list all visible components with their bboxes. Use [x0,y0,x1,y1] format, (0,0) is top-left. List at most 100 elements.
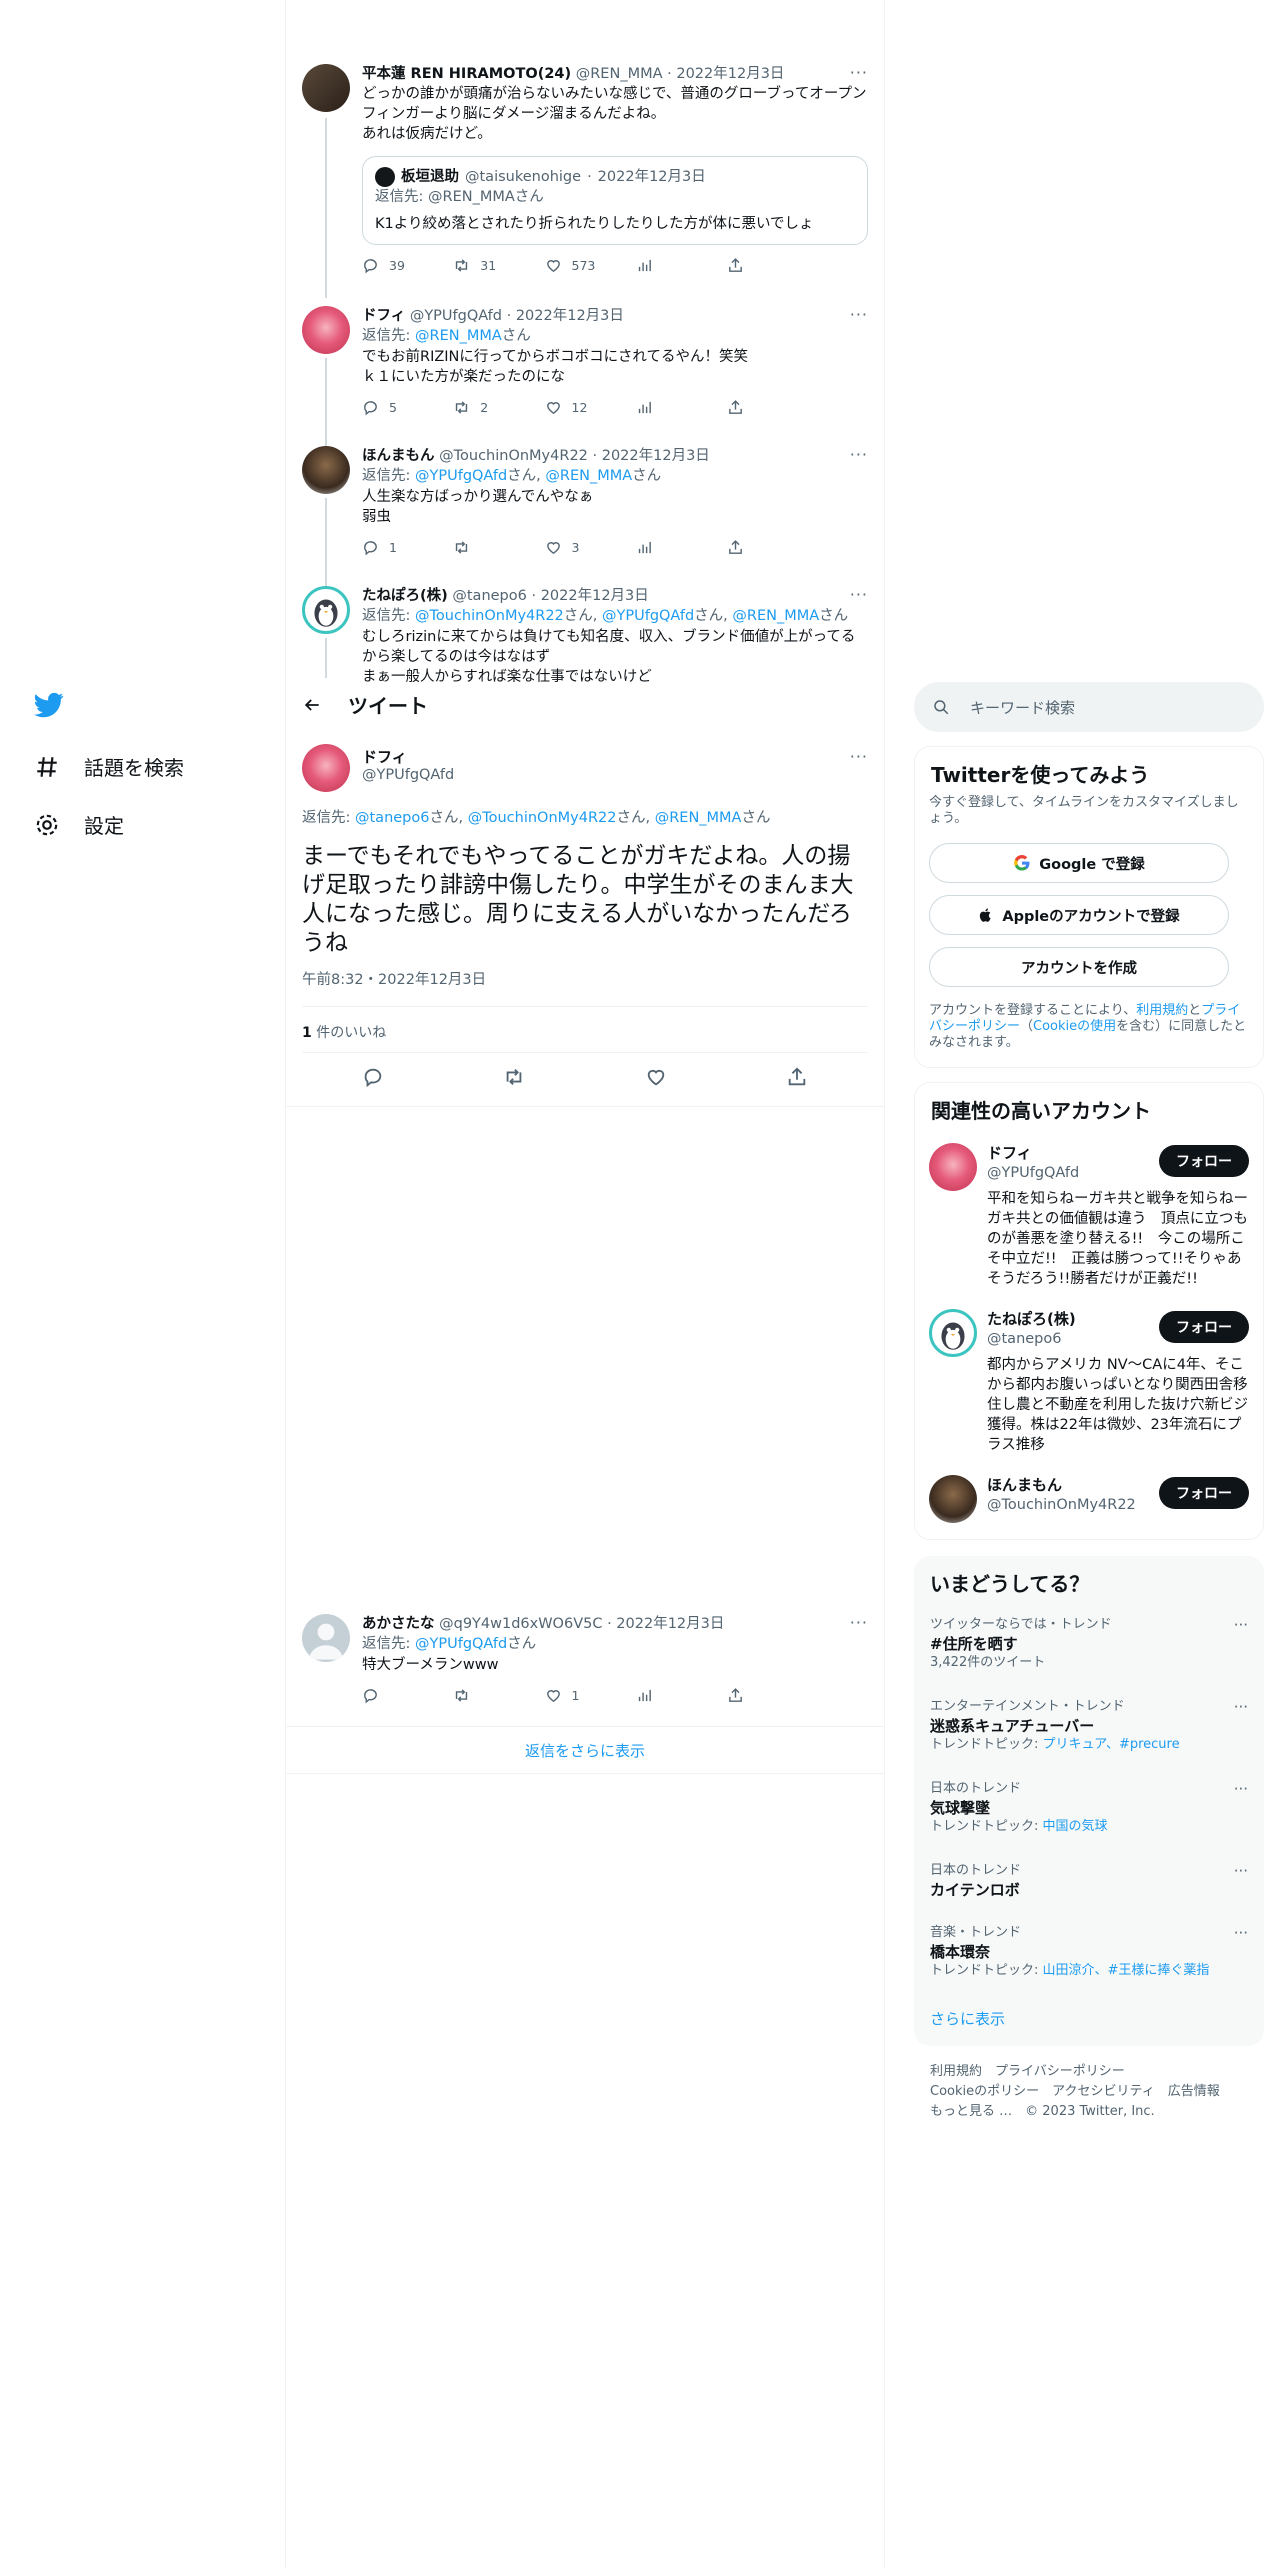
quoted-tweet[interactable]: 板垣退助 @taisukenohige · 2022年12月3日 返信先: @RE… [362,156,868,245]
retweet-icon[interactable] [503,1066,525,1088]
reply-button[interactable]: 5 [362,399,422,416]
display-name[interactable]: ドフィ [362,308,405,324]
more-icon[interactable]: ··· [1234,1616,1248,1634]
share-icon[interactable] [786,1066,808,1088]
views-button[interactable] [636,1687,696,1704]
handle[interactable]: @YPUfgQAfd [362,767,868,783]
mention-link[interactable]: @YPUfgQAfd [415,1636,507,1652]
more-icon[interactable]: ··· [850,446,868,464]
footer-link[interactable]: 広告情報 [1168,2084,1220,2099]
more-icon[interactable]: ··· [1234,1862,1248,1880]
date[interactable]: 2022年12月3日 [602,448,710,464]
google-signup-button[interactable]: Google で登録 [929,843,1229,883]
avatar[interactable] [302,744,350,792]
display-name[interactable]: ほんまもん [362,448,435,464]
avatar[interactable] [302,586,350,634]
related-account[interactable]: たねぽろ(株) @tanepo6 都内からアメリカ NV～CAに4年、そこから都… [929,1309,1249,1455]
default-avatar-icon[interactable] [302,1614,350,1662]
retweet-button[interactable]: 2 [453,399,513,416]
handle[interactable]: @TouchinOnMy4R22 [439,448,588,464]
footer-more-link[interactable]: もっと見る … [930,2104,1012,2119]
back-arrow-icon[interactable] [302,695,322,715]
create-account-button[interactable]: アカウントを作成 [929,947,1229,987]
date[interactable]: 2022年12月3日 [616,1616,724,1632]
mention-link[interactable]: @REN_MMA [415,328,502,344]
mention-link[interactable]: @TouchinOnMy4R22 [415,608,564,624]
handle[interactable]: @YPUfgQAfd [410,308,502,324]
more-icon[interactable]: ··· [1234,1924,1248,1942]
avatar[interactable] [302,446,350,494]
footer-link[interactable]: 利用規約 [930,2064,982,2079]
trends-show-more[interactable]: さらに表示 [930,2008,1005,2029]
share-button[interactable] [727,399,787,416]
avatar[interactable] [929,1475,977,1523]
handle[interactable]: @REN_MMA [576,66,663,82]
retweet-button[interactable]: 31 [453,257,513,274]
like-button[interactable]: 573 [545,257,605,274]
trend-item[interactable]: ツイッターならでは・トレンド #住所を晒す 3,422件のツイート ··· [930,1616,1248,1672]
retweet-button[interactable] [453,539,513,556]
reply-button[interactable]: 39 [362,257,422,274]
more-icon[interactable]: ··· [1234,1698,1248,1716]
retweet-button[interactable] [453,1687,513,1704]
mention-link[interactable]: @TouchinOnMy4R22 [468,810,617,826]
reply-icon[interactable] [362,1066,384,1088]
main-tweet-author[interactable]: ドフィ @YPUfgQAfd ··· [302,744,868,792]
search-bar[interactable]: キーワード検索 [914,682,1264,732]
date[interactable]: 2022年12月3日 [516,308,624,324]
nav-explore[interactable]: 話題を検索 [34,752,184,781]
display-name[interactable]: あかさたな [362,1616,435,1632]
reply-tweet-dofi[interactable]: ドフィ @YPUfgQAfd · 2022年12月3日 ··· 返信先: @RE… [302,306,868,416]
handle[interactable]: @q9Y4w1d6xWO6V5C [439,1616,602,1632]
avatar[interactable] [929,1143,977,1191]
views-button[interactable] [636,257,696,274]
footer-link[interactable]: Cookieのポリシー [930,2084,1039,2099]
footer-link[interactable]: プライバシーポリシー [995,2064,1125,2079]
mention-link[interactable]: @YPUfgQAfd [602,608,694,624]
apple-signup-button[interactable]: Appleのアカウントで登録 [929,895,1229,935]
display-name[interactable]: ドフィ [362,747,868,767]
nav-settings[interactable]: 設定 [34,810,124,839]
display-name[interactable]: たねぽろ(株) [362,588,448,604]
mention-link[interactable]: @YPUfgQAfd [415,468,507,484]
date[interactable]: 2022年12月3日 [541,588,649,604]
share-button[interactable] [727,539,787,556]
reply-button[interactable]: 1 [362,539,422,556]
reply-tweet-ren[interactable]: 平本蓮 REN HIRAMOTO(24) @REN_MMA · 2022年12月… [302,64,868,274]
mention-link[interactable]: @REN_MMA [655,810,742,826]
avatar[interactable] [302,306,350,354]
heart-icon[interactable] [645,1066,667,1088]
reply-button[interactable] [362,1687,422,1704]
follow-button[interactable]: フォロー [1159,1477,1249,1509]
like-button[interactable]: 1 [545,1687,605,1704]
avatar[interactable] [929,1309,977,1357]
mention-link[interactable]: @tanepo6 [355,810,429,826]
trend-item[interactable]: 音楽・トレンド 橋本環奈 トレンドトピック: 山田涼介、#王様に捧ぐ薬指 ··· [930,1924,1248,1980]
follow-button[interactable]: フォロー [1159,1311,1249,1343]
reply-tweet-honmamon[interactable]: ほんまもん @TouchinOnMy4R22 · 2022年12月3日 ··· … [302,446,868,556]
search-input[interactable]: キーワード検索 [970,697,1075,718]
footer-link[interactable]: アクセシビリティ [1052,2084,1155,2099]
main-tweet-timestamp[interactable]: 午前8:32・2022年12月3日 [302,968,868,989]
more-icon[interactable]: ··· [850,64,868,82]
trend-item[interactable]: エンターテインメント・トレンド 迷惑系キュアチューバー トレンドトピック: プリ… [930,1698,1248,1754]
cookie-link[interactable]: Cookieの使用 [1033,1019,1116,1034]
views-button[interactable] [636,399,696,416]
twitter-bird-icon[interactable] [34,690,64,720]
share-button[interactable] [727,1687,787,1704]
related-account[interactable]: ほんまもん @TouchinOnMy4R22 フォロー [929,1475,1249,1523]
views-button[interactable] [636,539,696,556]
handle[interactable]: @tanepo6 [452,588,526,604]
related-account[interactable]: ドフィ @YPUfgQAfd 平和を知らねーガキ共と戦争を知らねーガキ共との価値… [929,1143,1249,1289]
more-icon[interactable]: ··· [850,748,868,766]
like-button[interactable]: 3 [545,539,605,556]
like-button[interactable]: 12 [545,399,605,416]
avatar[interactable] [302,64,350,112]
display-name[interactable]: 平本蓮 REN HIRAMOTO(24) [362,66,571,82]
trend-item[interactable]: 日本のトレンド カイテンロボ ··· [930,1862,1248,1900]
more-icon[interactable]: ··· [850,306,868,324]
follow-button[interactable]: フォロー [1159,1145,1249,1177]
more-icon[interactable]: ··· [850,586,868,604]
likes-count[interactable]: 1 件のいいね [302,1022,868,1042]
terms-link[interactable]: 利用規約 [1136,1003,1188,1018]
